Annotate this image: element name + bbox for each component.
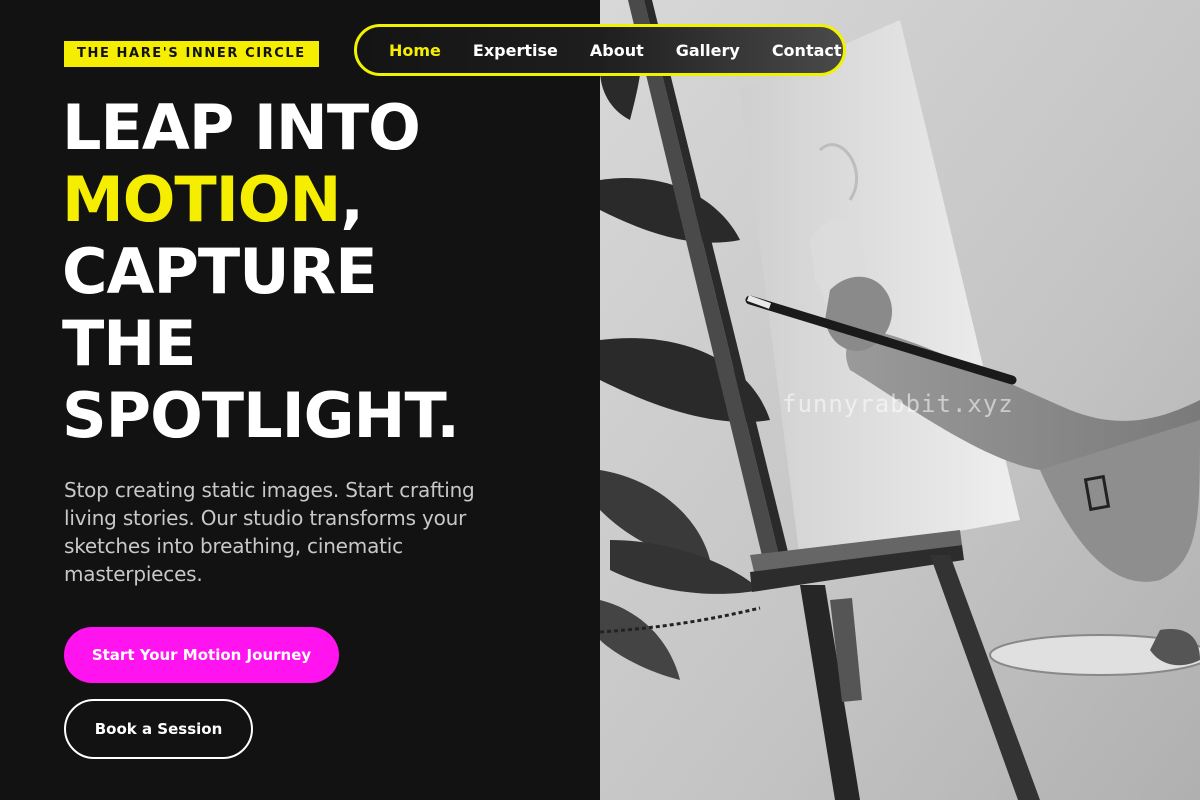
headline-line-2: MOTION, (62, 164, 592, 236)
brand-badge: THE HARE'S INNER CIRCLE (64, 41, 319, 67)
nav-about[interactable]: About (590, 41, 644, 60)
nav-contact[interactable]: Contact (772, 41, 842, 60)
hero-photo: funnyrabbit.xyz (600, 0, 1200, 800)
hero-panel: THE HARE'S INNER CIRCLE LEAP INTO MOTION… (0, 0, 600, 800)
main-nav: Home Expertise About Gallery Contact (354, 24, 846, 76)
start-motion-journey-button[interactable]: Start Your Motion Journey (64, 627, 339, 683)
hero-description: Stop creating static images. Start craft… (64, 478, 475, 586)
nav-gallery[interactable]: Gallery (676, 41, 740, 60)
headline-highlight: MOTION (62, 163, 341, 236)
headline-comma: , (340, 163, 364, 236)
headline-line-4: THE (62, 307, 197, 380)
book-session-button[interactable]: Book a Session (64, 699, 253, 759)
headline-line-1: LEAP INTO (62, 91, 421, 164)
watermark-text: funnyrabbit.xyz (782, 390, 1014, 418)
nav-expertise[interactable]: Expertise (473, 41, 558, 60)
hero-headline: LEAP INTO MOTION, CAPTURE THE SPOTLIGHT. (62, 92, 592, 452)
headline-line-5: SPOTLIGHT. (62, 379, 460, 452)
headline-line-3: CAPTURE (62, 235, 378, 308)
nav-home[interactable]: Home (389, 41, 441, 60)
